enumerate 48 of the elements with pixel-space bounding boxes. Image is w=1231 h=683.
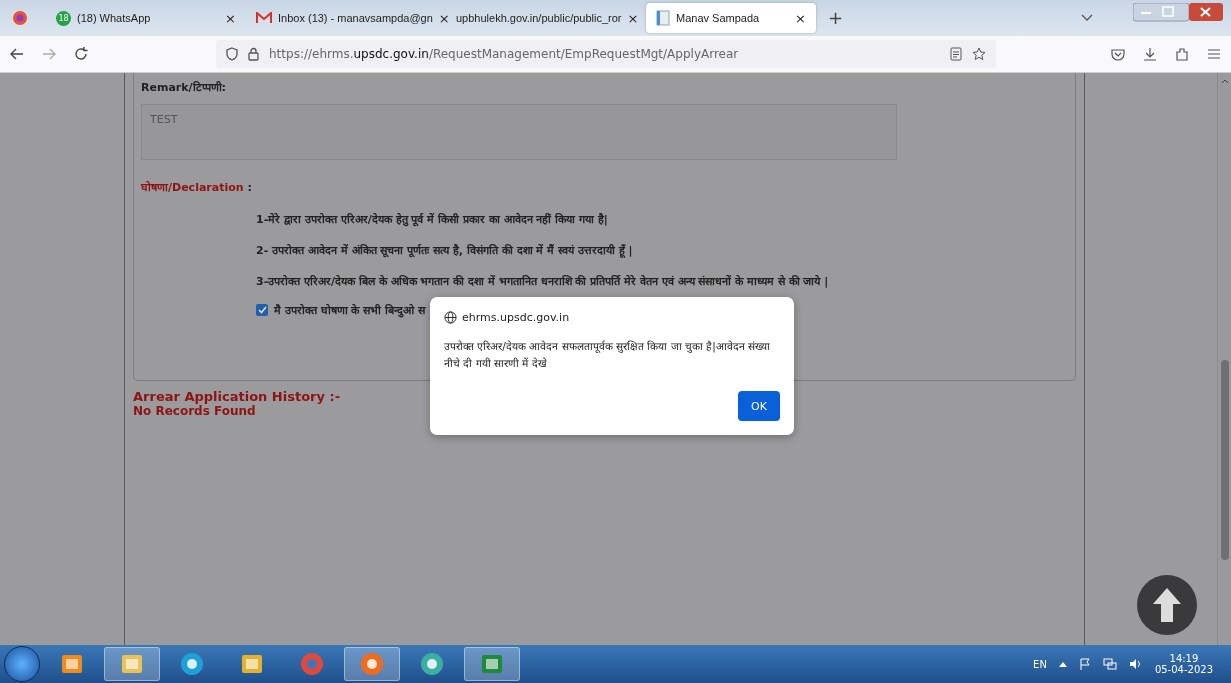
scroll-up-icon[interactable]: [1220, 79, 1229, 84]
address-bar[interactable]: https://ehrms.upsdc.gov.in/RequestManagement/EmpRequestMgt/ApplyArrear: [216, 40, 996, 68]
history-heading: Arrear Application History :-: [133, 389, 342, 404]
ok-button[interactable]: OK: [738, 391, 780, 421]
no-records-text: No Records Found: [133, 404, 256, 418]
speaker-icon[interactable]: [1128, 658, 1143, 670]
network-icon[interactable]: [1102, 658, 1117, 670]
close-icon[interactable]: ×: [795, 10, 806, 26]
new-tab-button[interactable]: +: [828, 7, 844, 28]
remark-label: Remark/टिप्पणी:: [141, 80, 227, 94]
dialog-message: उपरोक्त एरिअर/देयक आवेदन सफलतापूर्वक सुरक्षित किया जा चुका है|आवेदन संख्या नीचे दी गयी सारणी में देखे: [444, 339, 772, 371]
scroll-top-button[interactable]: [1137, 575, 1197, 635]
agree-label: मै उपरोक्त घोषणा के सभी बिन्दुओ स: [274, 303, 425, 317]
pocket-icon[interactable]: [1111, 47, 1125, 61]
reload-icon[interactable]: [74, 47, 88, 61]
taskbar-app[interactable]: [104, 647, 160, 681]
download-icon[interactable]: [1143, 47, 1157, 61]
language-indicator[interactable]: EN: [1033, 658, 1047, 670]
dialog-origin: ehrms.upsdc.gov.in: [462, 311, 570, 324]
chevron-down-icon[interactable]: [1081, 14, 1093, 22]
mail-icon: [256, 12, 272, 24]
browser-tab[interactable]: Manav Sampada ×: [646, 3, 816, 33]
declaration-point: 1-मेरे द्वारा उपरोक्त एरिअर/देयक हेतु पूर्व में किसी प्रकार का आवेदन नहीं किया गया है|: [256, 212, 609, 226]
close-icon[interactable]: ×: [225, 10, 236, 26]
agree-checkbox[interactable]: [256, 303, 268, 316]
browser-tab[interactable]: 18 (18) WhatsApp ×: [46, 3, 246, 33]
close-icon[interactable]: ×: [627, 10, 639, 26]
declaration-point: 2- उपरोक्त आवेदन में अंकित सूचना पूर्णतः सत्य है, विसंगति की दशा में मैं स्वयं उत्तरदायी हूँ |: [256, 243, 634, 257]
scrollbar-thumb[interactable]: [1220, 359, 1229, 560]
globe-icon: [444, 311, 457, 324]
start-button[interactable]: [4, 646, 40, 682]
caret-up-icon[interactable]: [1058, 661, 1067, 667]
declaration-heading: घोषणा/Declaration :: [141, 181, 252, 194]
whatsapp-badge: 18: [56, 10, 71, 26]
extensions-icon[interactable]: [1175, 47, 1189, 61]
arrow-up-icon: [1152, 587, 1182, 623]
window-controls-icon[interactable]: [1133, 3, 1223, 23]
back-icon[interactable]: [10, 48, 24, 60]
reader-view-icon[interactable]: [950, 47, 962, 61]
shield-icon[interactable]: [226, 47, 238, 61]
url-text: https://ehrms.upsdc.gov.in/RequestManagement/EmpRequestMgt/ApplyArrear: [269, 47, 739, 61]
declaration-point: 3-उपरोक्त एरिअर/देयक बिल के अधिक भगतान की दशा में भगतानित धनराशि की प्रतिपर्ति मेरे वेतन एवं अन्य संसाधनों के माध्यम से की जाये |: [256, 274, 830, 288]
taskbar-app[interactable]: [344, 647, 400, 681]
flag-icon[interactable]: [1078, 658, 1091, 670]
star-icon[interactable]: [972, 47, 986, 61]
clock[interactable]: 14:19 05-04-2023: [1154, 653, 1213, 675]
lock-icon[interactable]: [248, 47, 259, 61]
page-icon: [656, 10, 670, 26]
